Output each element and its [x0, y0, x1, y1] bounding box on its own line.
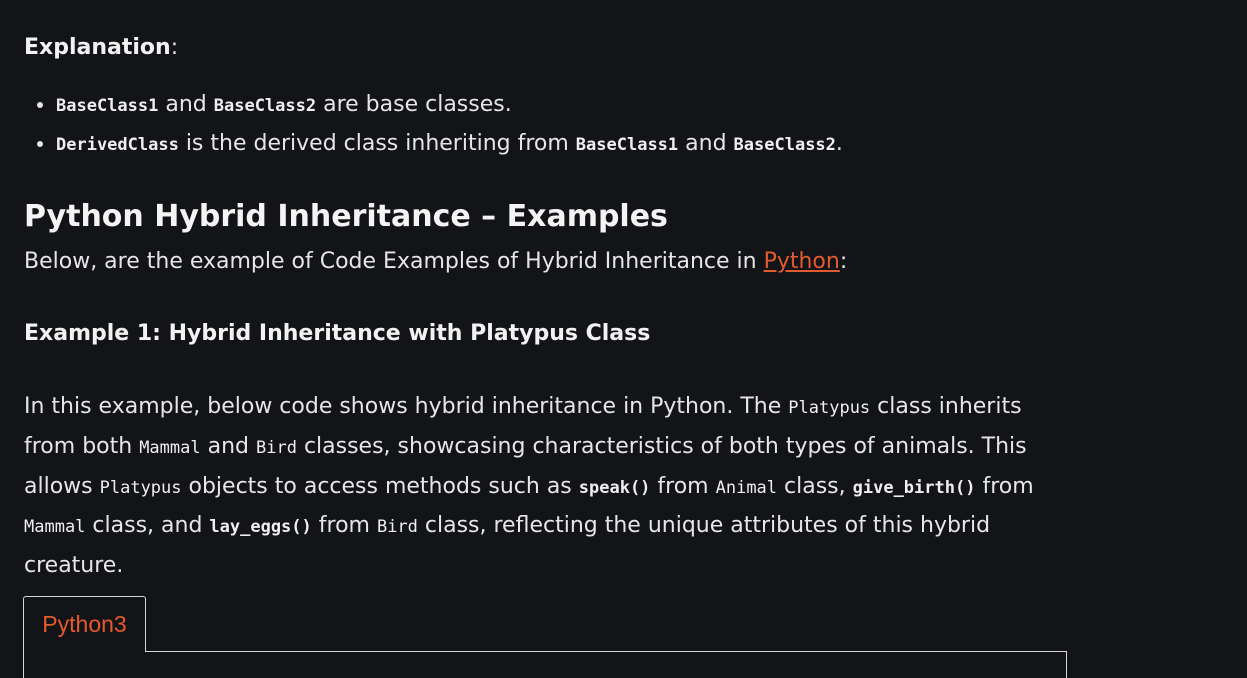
section-intro: Below, are the example of Code Examples … — [24, 246, 847, 278]
paragraph-text: from — [975, 473, 1034, 499]
inline-code: Mammal — [24, 517, 86, 538]
section-title: Python Hybrid Inheritance – Examples — [24, 199, 668, 234]
tab-python3[interactable]: Python3 — [23, 596, 146, 652]
paragraph-text: and — [200, 433, 256, 459]
inline-code: DerivedClass — [56, 135, 179, 155]
article-page: Explanation: BaseClass1 and BaseClass2 a… — [0, 0, 1247, 678]
list-text: and — [678, 131, 734, 156]
inline-code: Platypus — [99, 477, 182, 498]
example-title: Example 1: Hybrid Inheritance with Platy… — [24, 321, 651, 346]
paragraph-text: objects to access methods such as — [181, 473, 579, 499]
example-description: In this example, below code shows hybrid… — [24, 388, 1074, 586]
explanation-colon: : — [170, 35, 179, 60]
inline-code: lay_eggs() — [209, 517, 312, 538]
list-text: and — [158, 92, 214, 117]
inline-code: speak() — [578, 477, 651, 498]
intro-text: : — [839, 249, 848, 274]
inline-code: Platypus — [788, 398, 871, 418]
list-text: are base classes. — [316, 92, 512, 117]
inline-code: Animal — [715, 477, 778, 498]
inline-code: BaseClass2 — [213, 96, 317, 116]
inline-code: BaseClass1 — [575, 135, 679, 155]
list-text: is the derived class inheriting from — [178, 131, 576, 156]
python-link[interactable]: Python — [764, 249, 840, 274]
inline-code: BaseClass2 — [733, 135, 836, 155]
inline-code: give_birth() — [852, 477, 976, 498]
inline-code: Bird — [376, 517, 418, 538]
explanation-list: BaseClass1 and BaseClass2 are base class… — [24, 86, 843, 164]
inline-code: Mammal — [139, 437, 201, 458]
paragraph-text: class, — [777, 473, 853, 499]
paragraph-text: In this example, below code shows hybrid… — [24, 394, 789, 419]
paragraph-text: from — [311, 513, 377, 539]
list-text: . — [835, 131, 843, 156]
inline-code: BaseClass1 — [56, 96, 159, 116]
inline-code: Bird — [256, 437, 297, 458]
paragraph-text: from — [650, 473, 716, 499]
explanation-heading: Explanation: — [24, 33, 178, 63]
list-item: BaseClass1 and BaseClass2 are base class… — [56, 86, 843, 125]
list-item: DerivedClass is the derived class inheri… — [56, 125, 843, 164]
code-panel — [23, 651, 1067, 678]
paragraph-text: class, and — [85, 513, 210, 539]
intro-text: Below, are the example of Code Examples … — [24, 249, 764, 274]
explanation-label: Explanation — [24, 35, 171, 60]
